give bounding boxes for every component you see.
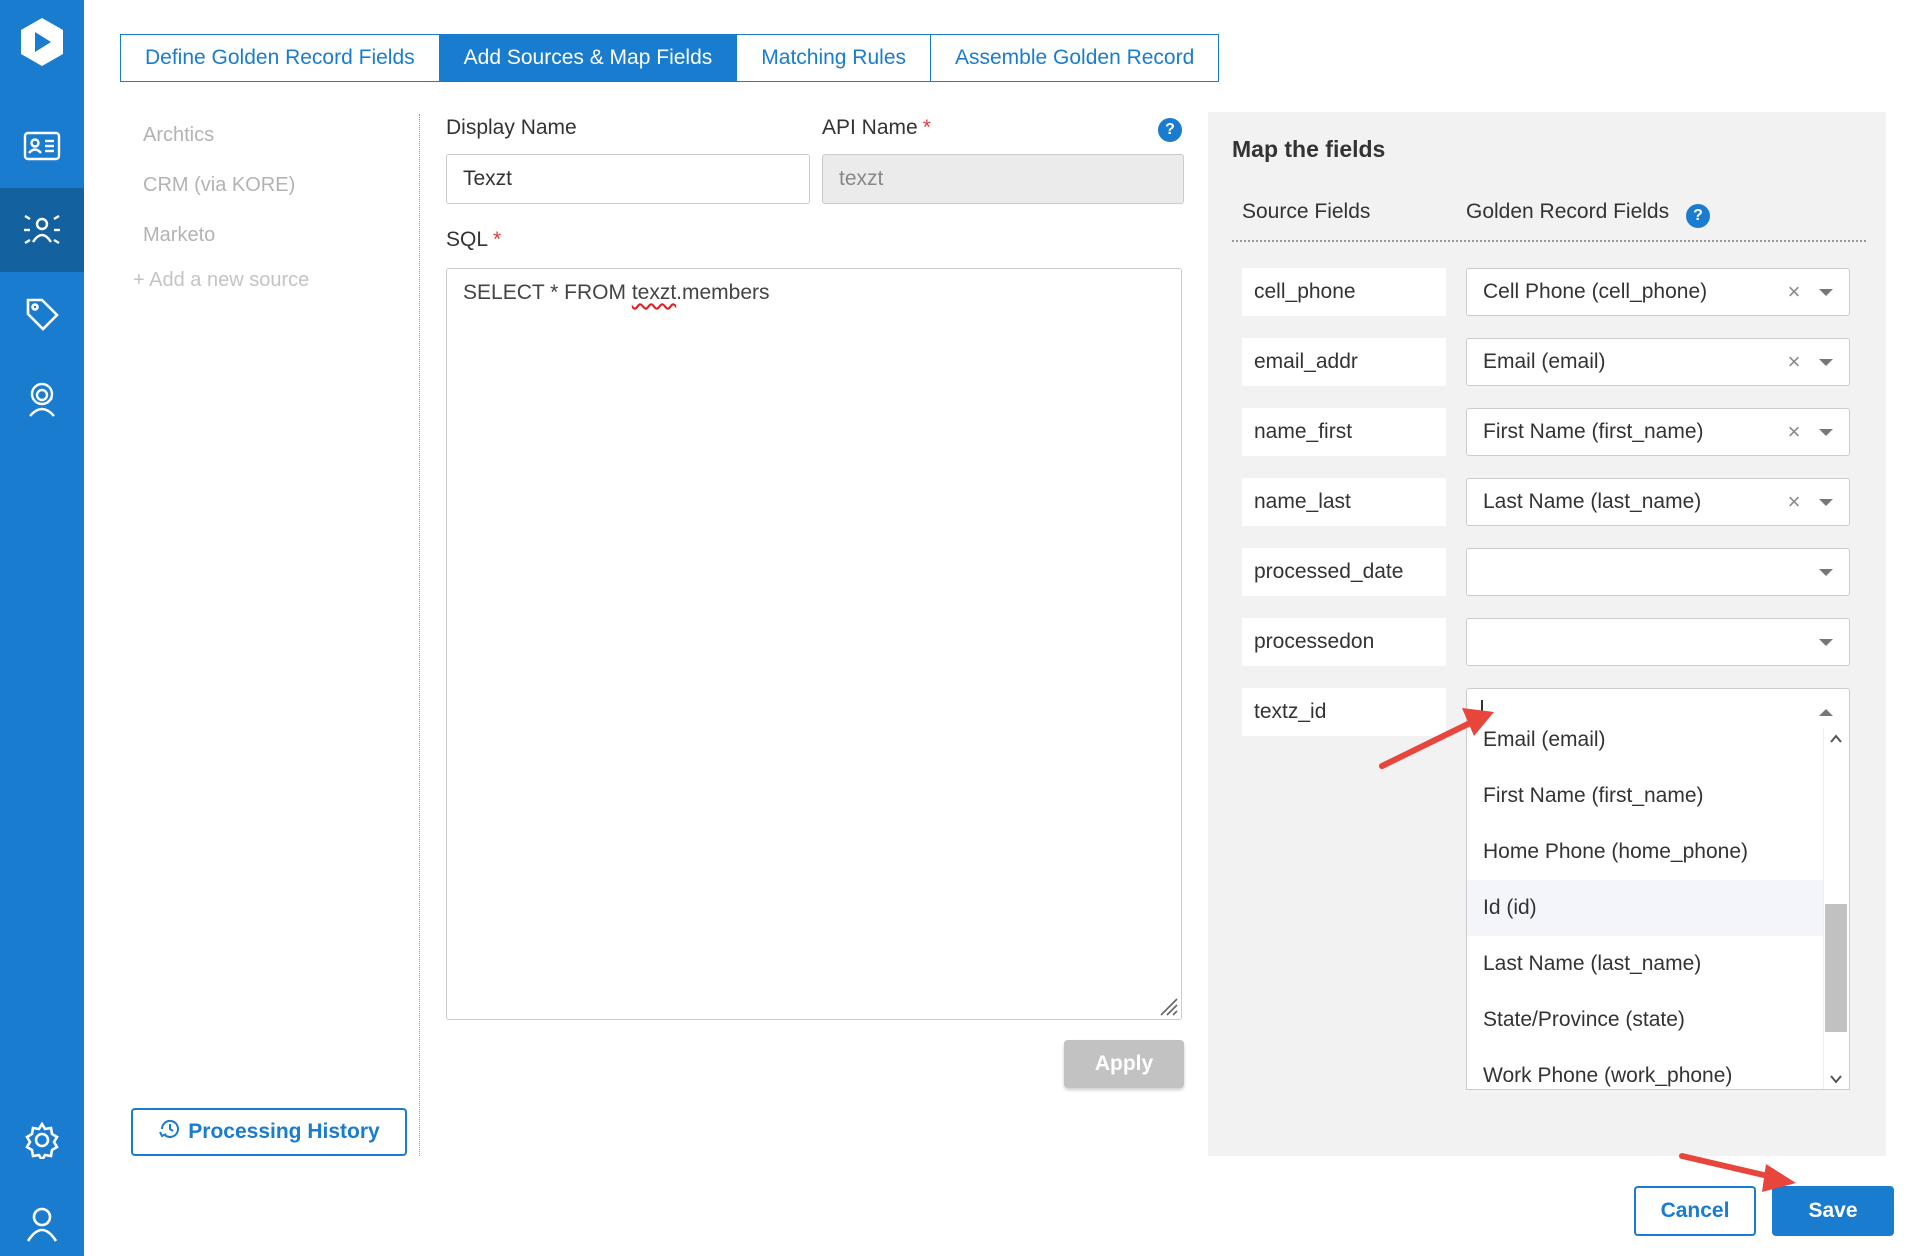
required-mark: * — [493, 228, 502, 251]
history-icon — [158, 1117, 182, 1147]
apply-button[interactable]: Apply — [1064, 1040, 1184, 1088]
header-divider — [1232, 240, 1866, 242]
source-field: name_first — [1242, 408, 1446, 456]
dropdown-option[interactable]: Last Name (last_name) — [1467, 936, 1823, 992]
source-field: cell_phone — [1242, 268, 1446, 316]
display-name-value: Texzt — [463, 167, 513, 190]
golden-field-select[interactable]: Email (email) × — [1466, 338, 1850, 386]
chevron-down-icon — [1819, 638, 1833, 646]
resize-grip-icon[interactable] — [1157, 995, 1179, 1017]
clear-icon[interactable]: × — [1783, 419, 1805, 445]
wizard-tabs: Define Golden Record Fields Add Sources … — [120, 34, 1220, 82]
golden-field-select[interactable]: Cell Phone (cell_phone) × — [1466, 268, 1850, 316]
clear-icon[interactable]: × — [1783, 279, 1805, 305]
chevron-down-icon — [1819, 428, 1833, 436]
chevron-up-icon — [1819, 708, 1833, 716]
source-field: textz_id — [1242, 688, 1446, 736]
source-item-marketo[interactable]: Marketo — [143, 224, 215, 247]
contact-card-icon[interactable] — [0, 104, 84, 188]
clear-icon[interactable]: × — [1783, 349, 1805, 375]
support-agent-icon[interactable] — [0, 356, 84, 440]
sql-text-misspelled: texzt — [631, 281, 677, 304]
golden-field-select[interactable]: First Name (first_name) × — [1466, 408, 1850, 456]
golden-field-value: Last Name (last_name) — [1483, 490, 1702, 513]
display-name-label: Display Name — [446, 116, 577, 140]
dropdown-option[interactable]: Email (email) — [1467, 728, 1823, 768]
golden-field-value: Email (email) — [1483, 350, 1606, 373]
dropdown-option[interactable]: Home Phone (home_phone) — [1467, 824, 1823, 880]
api-name-label: API Name * — [822, 116, 931, 140]
required-mark: * — [922, 116, 931, 139]
source-field: name_last — [1242, 478, 1446, 526]
cancel-button[interactable]: Cancel — [1634, 1186, 1756, 1236]
tab-define-golden-record-fields[interactable]: Define Golden Record Fields — [120, 34, 440, 82]
golden-field-select[interactable] — [1466, 618, 1850, 666]
help-icon[interactable]: ? — [1158, 118, 1182, 142]
golden-field-select[interactable]: Last Name (last_name) × — [1466, 478, 1850, 526]
golden-field-value: First Name (first_name) — [1483, 420, 1704, 443]
display-name-input[interactable]: Texzt — [446, 154, 810, 204]
golden-record-fields-header: Golden Record Fields — [1466, 200, 1670, 223]
sql-label: SQL * — [446, 228, 501, 252]
source-item-crm[interactable]: CRM (via KORE) — [143, 174, 295, 197]
source-fields-header: Source Fields — [1242, 200, 1371, 223]
tab-add-sources-map-fields[interactable]: Add Sources & Map Fields — [438, 34, 738, 82]
api-name-value: texzt — [839, 167, 884, 190]
processing-history-button[interactable]: Processing History — [131, 1108, 407, 1156]
tab-assemble-golden-record[interactable]: Assemble Golden Record — [930, 34, 1220, 82]
dropdown-option[interactable]: First Name (first_name) — [1467, 768, 1823, 824]
api-name-input: texzt — [822, 154, 1184, 204]
golden-field-value: Cell Phone (cell_phone) — [1483, 280, 1708, 303]
left-nav-rail — [0, 0, 84, 1256]
map-title: Map the fields — [1232, 136, 1386, 162]
chevron-down-icon — [1819, 498, 1833, 506]
save-button[interactable]: Save — [1772, 1186, 1894, 1236]
golden-field-dropdown: Email (email) First Name (first_name) Ho… — [1466, 728, 1850, 1090]
processing-history-label: Processing History — [188, 1120, 380, 1143]
golden-field-select[interactable] — [1466, 548, 1850, 596]
sql-textarea[interactable]: SELECT * FROM texzt.members — [446, 268, 1182, 1020]
dropdown-option-hovered[interactable]: Id (id) — [1467, 880, 1823, 936]
scrollbar-thumb[interactable] — [1825, 904, 1847, 1032]
source-field: processedon — [1242, 618, 1446, 666]
tab-matching-rules[interactable]: Matching Rules — [736, 34, 931, 82]
user-icon[interactable] — [0, 1182, 84, 1256]
scroll-down-icon[interactable] — [1829, 1072, 1843, 1086]
text-cursor — [1481, 700, 1483, 725]
chevron-down-icon — [1819, 288, 1833, 296]
source-field: email_addr — [1242, 338, 1446, 386]
dropdown-option[interactable]: State/Province (state) — [1467, 992, 1823, 1048]
source-field: processed_date — [1242, 548, 1446, 596]
scroll-up-icon[interactable] — [1829, 732, 1843, 746]
clear-icon[interactable]: × — [1783, 489, 1805, 515]
map-fields-panel: Map the fields Source Fields Golden Reco… — [1208, 112, 1886, 1156]
sql-text-suffix: .members — [676, 281, 770, 304]
help-icon[interactable]: ? — [1686, 204, 1710, 228]
add-source-link[interactable]: + Add a new source — [133, 269, 309, 292]
dropdown-scrollbar[interactable] — [1823, 728, 1849, 1089]
matching-icon[interactable] — [0, 188, 84, 272]
source-item-archtics[interactable]: Archtics — [143, 124, 214, 147]
logo-icon[interactable] — [0, 0, 84, 84]
chevron-down-icon — [1819, 568, 1833, 576]
api-name-label-text: API Name — [822, 116, 918, 139]
settings-icon[interactable] — [0, 1098, 84, 1182]
sql-text-prefix: SELECT * FROM — [463, 281, 632, 304]
sql-label-text: SQL — [446, 228, 489, 251]
golden-field-search[interactable] — [1481, 700, 1819, 725]
chevron-down-icon — [1819, 358, 1833, 366]
display-name-label-text: Display Name — [446, 116, 577, 139]
tag-icon[interactable] — [0, 272, 84, 356]
dropdown-option[interactable]: Work Phone (work_phone) — [1467, 1048, 1823, 1089]
sources-panel: Archtics CRM (via KORE) Marketo + Add a … — [120, 114, 420, 1156]
